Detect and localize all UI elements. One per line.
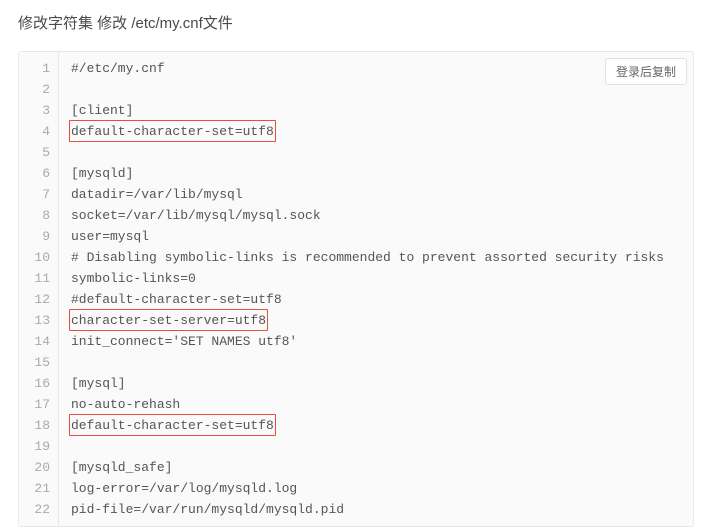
code-line: #/etc/my.cnf (71, 58, 681, 79)
line-number: 10 (27, 247, 50, 268)
line-number: 2 (27, 79, 50, 100)
code-line: [mysql] (71, 373, 681, 394)
code-line: [client] (71, 100, 681, 121)
code-line: #default-character-set=utf8 (71, 289, 681, 310)
code-block: 12345678910111213141516171819202122 #/et… (19, 52, 693, 526)
code-line: [mysqld_safe] (71, 457, 681, 478)
line-number-gutter: 12345678910111213141516171819202122 (19, 52, 59, 526)
code-line (71, 79, 681, 100)
copy-after-login-button[interactable]: 登录后复制 (605, 58, 687, 85)
line-number: 13 (27, 310, 50, 331)
code-line: default-character-set=utf8 (71, 415, 681, 436)
line-number: 17 (27, 394, 50, 415)
page-title: 修改字符集 修改 /etc/my.cnf文件 (0, 0, 712, 43)
line-number: 21 (27, 478, 50, 499)
code-line (71, 352, 681, 373)
line-number: 8 (27, 205, 50, 226)
line-number: 12 (27, 289, 50, 310)
line-number: 6 (27, 163, 50, 184)
code-line: symbolic-links=0 (71, 268, 681, 289)
line-number: 20 (27, 457, 50, 478)
line-number: 15 (27, 352, 50, 373)
code-line: # Disabling symbolic-links is recommende… (71, 247, 681, 268)
line-number: 4 (27, 121, 50, 142)
line-number: 9 (27, 226, 50, 247)
code-line: log-error=/var/log/mysqld.log (71, 478, 681, 499)
line-number: 1 (27, 58, 50, 79)
code-line: character-set-server=utf8 (71, 310, 681, 331)
line-number: 14 (27, 331, 50, 352)
line-number: 16 (27, 373, 50, 394)
line-number: 7 (27, 184, 50, 205)
code-line (71, 436, 681, 457)
code-line: datadir=/var/lib/mysql (71, 184, 681, 205)
code-line: [mysqld] (71, 163, 681, 184)
line-number: 3 (27, 100, 50, 121)
line-number: 18 (27, 415, 50, 436)
code-line: user=mysql (71, 226, 681, 247)
code-container: 登录后复制 1234567891011121314151617181920212… (18, 51, 694, 527)
code-line: pid-file=/var/run/mysqld/mysqld.pid (71, 499, 681, 520)
code-line: default-character-set=utf8 (71, 121, 681, 142)
line-number: 22 (27, 499, 50, 520)
line-number: 11 (27, 268, 50, 289)
line-number: 19 (27, 436, 50, 457)
code-lines: #/etc/my.cnf[client]default-character-se… (59, 52, 693, 526)
code-line: socket=/var/lib/mysql/mysql.sock (71, 205, 681, 226)
line-number: 5 (27, 142, 50, 163)
code-line (71, 142, 681, 163)
code-line: no-auto-rehash (71, 394, 681, 415)
code-line: init_connect='SET NAMES utf8' (71, 331, 681, 352)
